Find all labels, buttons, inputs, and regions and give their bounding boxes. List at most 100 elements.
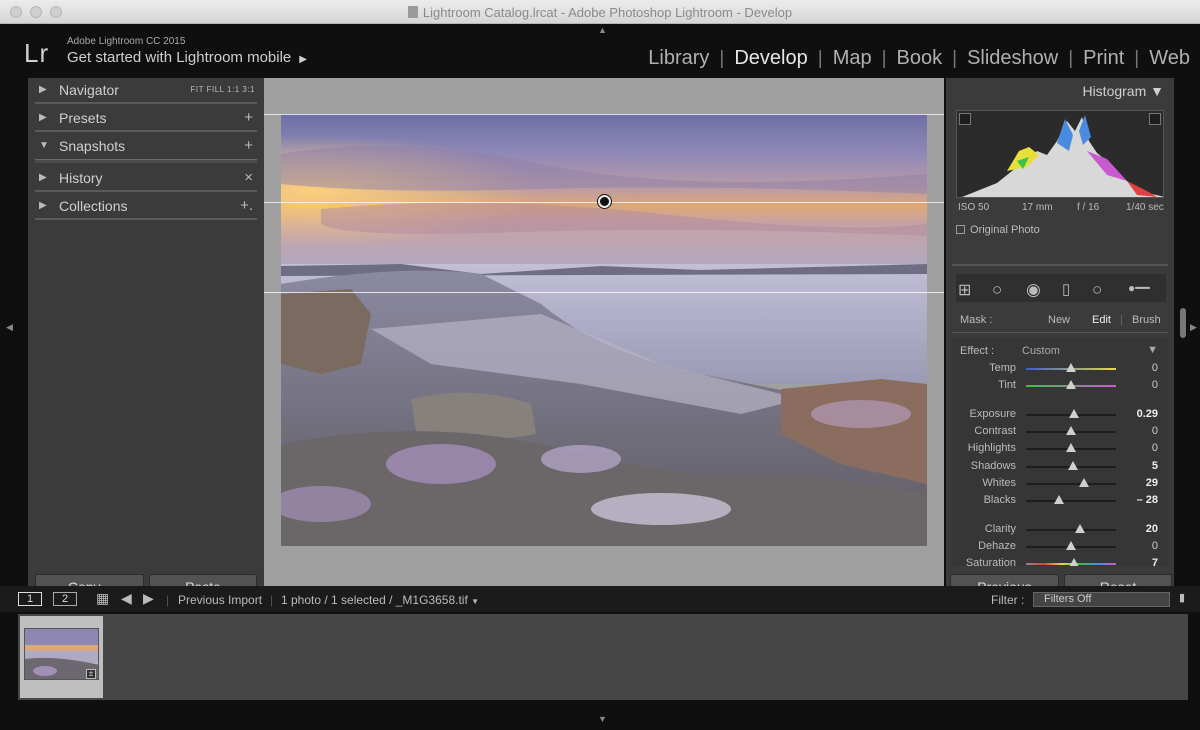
slider-highlights-value[interactable]: 0 [1152,442,1158,454]
module-library[interactable]: Library [638,47,719,70]
graduated-filter-top-line[interactable] [264,114,944,115]
slider-blacks-track[interactable] [1026,500,1116,502]
right-panel: Histogram ▼ ISO 50 17 mm f / 16 1/40 sec… [946,78,1174,608]
slider-whites-value[interactable]: 29 [1146,477,1158,489]
add-preset-icon[interactable]: + [244,109,253,126]
module-picker: Library | Develop | Map | Book | Slideshow | … [638,47,1200,70]
crop-overlay-icon[interactable]: ⊞ [958,280,971,300]
slider-contrast-thumb[interactable] [1066,426,1076,435]
left-panel: ▶ Navigator FIT FILL 1:1 3:1 ▶ Presets +… [28,78,264,608]
slider-tint-thumb[interactable] [1066,380,1076,389]
checkbox-icon [956,225,965,234]
slider-clarity-value[interactable]: 20 [1146,523,1158,535]
slider-exposure-thumb[interactable] [1068,409,1079,418]
source-label[interactable]: Previous Import [178,593,262,607]
slider-highlights-thumb[interactable] [1066,443,1076,452]
filter-lock-icon[interactable]: ▮ [1179,591,1185,604]
slider-exposure-value[interactable]: 0.29 [1137,408,1158,420]
slider-shadows-value[interactable]: 5 [1152,460,1158,472]
histogram[interactable] [956,110,1164,198]
slider-temp[interactable]: Temp 0 [952,361,1168,378]
slider-temp-value[interactable]: 0 [1152,362,1158,374]
adjustment-brush-icon[interactable]: ●━━ [1128,281,1150,295]
image-canvas[interactable] [264,78,944,608]
filter-label: Filter : [991,593,1025,607]
mask-brush-button[interactable]: Brush [1132,314,1161,326]
clear-history-icon[interactable]: × [244,169,253,186]
slider-saturation-thumb[interactable] [1068,558,1079,566]
slider-temp-thumb[interactable] [1066,363,1076,372]
slider-dehaze-thumb[interactable] [1066,541,1076,550]
mask-new-button[interactable]: New [1048,314,1070,326]
add-snapshot-icon[interactable]: + [244,137,253,154]
slider-whites-track[interactable] [1026,483,1116,485]
grid-view-icon[interactable]: ▦ [96,590,109,607]
slider-blacks[interactable]: Blacks – 28 [952,493,1168,510]
graduated-filter-bottom-line[interactable] [264,292,944,293]
slider-contrast-value[interactable]: 0 [1152,425,1158,437]
slider-tint-value[interactable]: 0 [1152,379,1158,391]
shadow-clipping-indicator-icon[interactable] [959,113,971,125]
slider-highlights[interactable]: Highlights 0 [952,441,1168,458]
slider-clarity-track[interactable] [1026,529,1116,531]
slider-saturation[interactable]: Saturation 7 [952,556,1168,566]
second-window-button[interactable]: 2 [53,592,77,606]
slider-dehaze-value[interactable]: 0 [1152,540,1158,552]
history-header[interactable]: ▶ History × [35,169,257,191]
slider-shadows-thumb[interactable] [1067,461,1078,470]
slider-whites-thumb[interactable] [1078,478,1089,487]
slider-whites[interactable]: Whites 29 [952,476,1168,493]
collections-header[interactable]: ▶ Collections +. [35,197,257,219]
right-panel-scrollbar[interactable] [1180,308,1186,338]
slider-clarity-thumb[interactable] [1075,524,1085,533]
arrow-left-icon[interactable]: ◀ [121,590,132,607]
slider-shadows[interactable]: Shadows 5 [952,459,1168,476]
left-panel-toggle-icon[interactable]: ◀ [6,322,13,333]
right-panel-toggle-icon[interactable]: ▶ [1190,322,1197,333]
main-window-button[interactable]: 1 [18,592,42,606]
slider-contrast[interactable]: Contrast 0 [952,424,1168,441]
snapshots-header[interactable]: ▼ Snapshots + [35,137,257,159]
divider [952,332,1168,333]
bottom-panel-toggle-icon[interactable]: ▼ [598,714,607,724]
mask-edit-button[interactable]: Edit [1092,314,1111,326]
radial-filter-icon[interactable]: ○ [1092,280,1102,300]
spot-removal-icon[interactable]: ○ [992,280,1002,300]
module-slideshow[interactable]: Slideshow [957,47,1068,70]
effect-preset-select[interactable]: Custom [1022,345,1060,357]
add-collection-icon[interactable]: +. [240,197,253,214]
presets-header[interactable]: ▶ Presets + [35,109,257,131]
slider-saturation-label: Saturation [965,557,1016,566]
slider-tint[interactable]: Tint 0 [952,378,1168,395]
selection-info[interactable]: 1 photo / 1 selected / _M1G3658.tif ▼ [281,593,479,607]
mobile-prompt[interactable]: Get started with Lightroom mobile ▶ [67,49,307,66]
slider-clarity[interactable]: Clarity 20 [952,522,1168,539]
module-print[interactable]: Print [1073,47,1134,70]
slider-dehaze[interactable]: Dehaze 0 [952,539,1168,556]
original-photo-toggle[interactable]: Original Photo [956,224,1040,236]
module-book[interactable]: Book [887,47,953,70]
graduated-filter-icon[interactable]: ▯ [1062,280,1070,298]
module-web[interactable]: Web [1139,47,1200,70]
zoom-options[interactable]: FIT FILL 1:1 3:1 [191,85,255,94]
chevron-down-icon: ▼ [471,597,480,606]
navigator-header[interactable]: ▶ Navigator FIT FILL 1:1 3:1 [35,81,257,103]
slider-blacks-thumb[interactable] [1054,495,1065,504]
collapse-triangle-icon[interactable]: ▼ [1147,344,1158,356]
arrow-right-icon[interactable]: ▶ [143,590,154,607]
top-panel-toggle-icon[interactable]: ▲ [598,25,607,35]
histogram-header[interactable]: Histogram ▼ [1082,83,1164,99]
product-name: Adobe Lightroom CC 2015 [67,36,186,47]
graduated-filter-pin[interactable] [598,195,611,208]
filmstrip-thumbnail[interactable]: ± [20,616,103,698]
collapse-triangle-icon: ▼ [39,140,49,151]
slider-exposure[interactable]: Exposure 0.29 [952,407,1168,424]
highlight-clipping-indicator-icon[interactable] [1149,113,1161,125]
module-map[interactable]: Map [823,47,882,70]
module-develop[interactable]: Develop [724,47,817,70]
filter-select[interactable]: Filters Off [1033,592,1170,607]
red-eye-icon[interactable]: ◉ [1026,280,1041,300]
slider-blacks-value[interactable]: – 28 [1137,494,1158,506]
slider-saturation-value[interactable]: 7 [1152,557,1158,566]
original-photo-label: Original Photo [970,224,1040,236]
